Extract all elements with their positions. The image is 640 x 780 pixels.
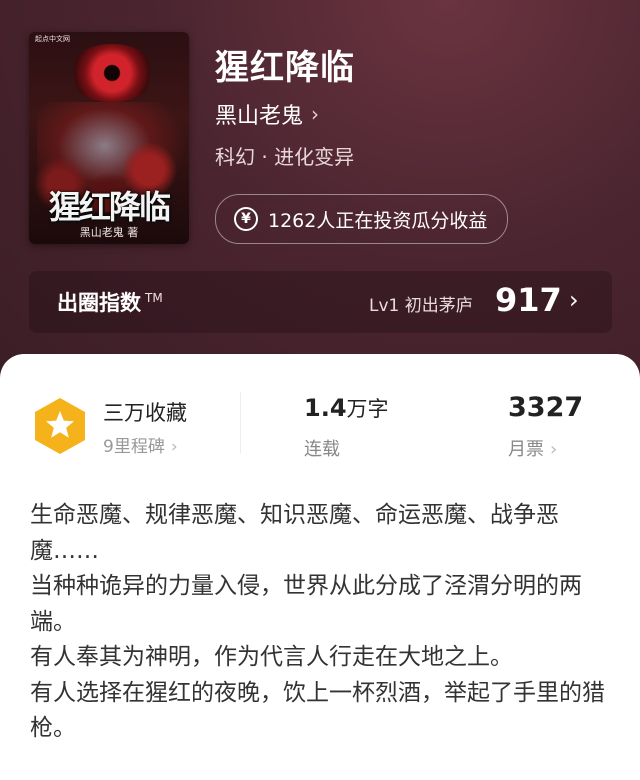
stats-divider [240,392,241,454]
favorites-star-badge-icon [35,398,85,454]
favorites-count: 三万收藏 [103,401,187,425]
cover-publisher-logo: 起点中文网 [35,35,70,43]
yen-icon: ¥ [234,207,258,231]
milestone-link[interactable]: 9里程碑 › [103,432,178,457]
popularity-index-bar[interactable]: 出圈指数 TM Lv1 初出茅庐 917 › [29,271,612,333]
monthly-ticket-count: 3327 [508,392,584,423]
book-genre: 科幻 · 进化变异 [215,145,355,169]
chevron-right-icon: › [550,439,558,460]
book-header: 起点中文网 猩红降临 黑山老鬼 著 猩红降临 黑山老鬼 › 科幻 · 进化变异 … [0,0,640,400]
book-synopsis[interactable]: 生命恶魔、规律恶魔、知识恶魔、命运恶魔、战争恶魔…… 当种种诡异的力量入侵，世界… [30,498,615,747]
word-count: 1.4万字 [304,394,389,422]
chevron-right-icon: › [311,102,320,126]
cover-eye-art [67,44,157,102]
chevron-right-icon: › [569,286,579,314]
popularity-label: 出圈指数 TM [57,291,163,315]
synopsis-line: 有人选择在猩红的夜晚，饮上一杯烈酒，举起了手里的猎枪。 [30,679,605,742]
cover-author: 黑山老鬼 著 [79,226,139,239]
book-title: 猩红降临 [215,48,355,88]
invest-text: 1262人正在投资瓜分收益 [268,209,488,232]
book-cover[interactable]: 起点中文网 猩红降临 黑山老鬼 著 [29,32,189,244]
author-link[interactable]: 黑山老鬼 › [215,98,319,130]
synopsis-line: 生命恶魔、规律恶魔、知识恶魔、命运恶魔、战争恶魔…… [30,502,559,564]
synopsis-line: 有人奉其为神明，作为代言人行走在大地之上。 [30,644,513,670]
trademark-mark: TM [145,291,163,305]
synopsis-line: 当种种诡异的力量入侵，世界从此分成了泾渭分明的两端。 [30,573,582,635]
author-name: 黑山老鬼 [215,104,304,129]
monthly-ticket-link[interactable]: 月票 › [508,435,557,461]
chevron-right-icon: › [170,437,178,457]
popularity-score: 917 [495,281,562,319]
serial-status: 连载 [304,439,340,460]
cover-title: 猩红降临 [48,188,171,226]
invest-button[interactable]: ¥ 1262人正在投资瓜分收益 [215,194,509,244]
popularity-level: Lv1 初出茅庐 [369,296,473,316]
